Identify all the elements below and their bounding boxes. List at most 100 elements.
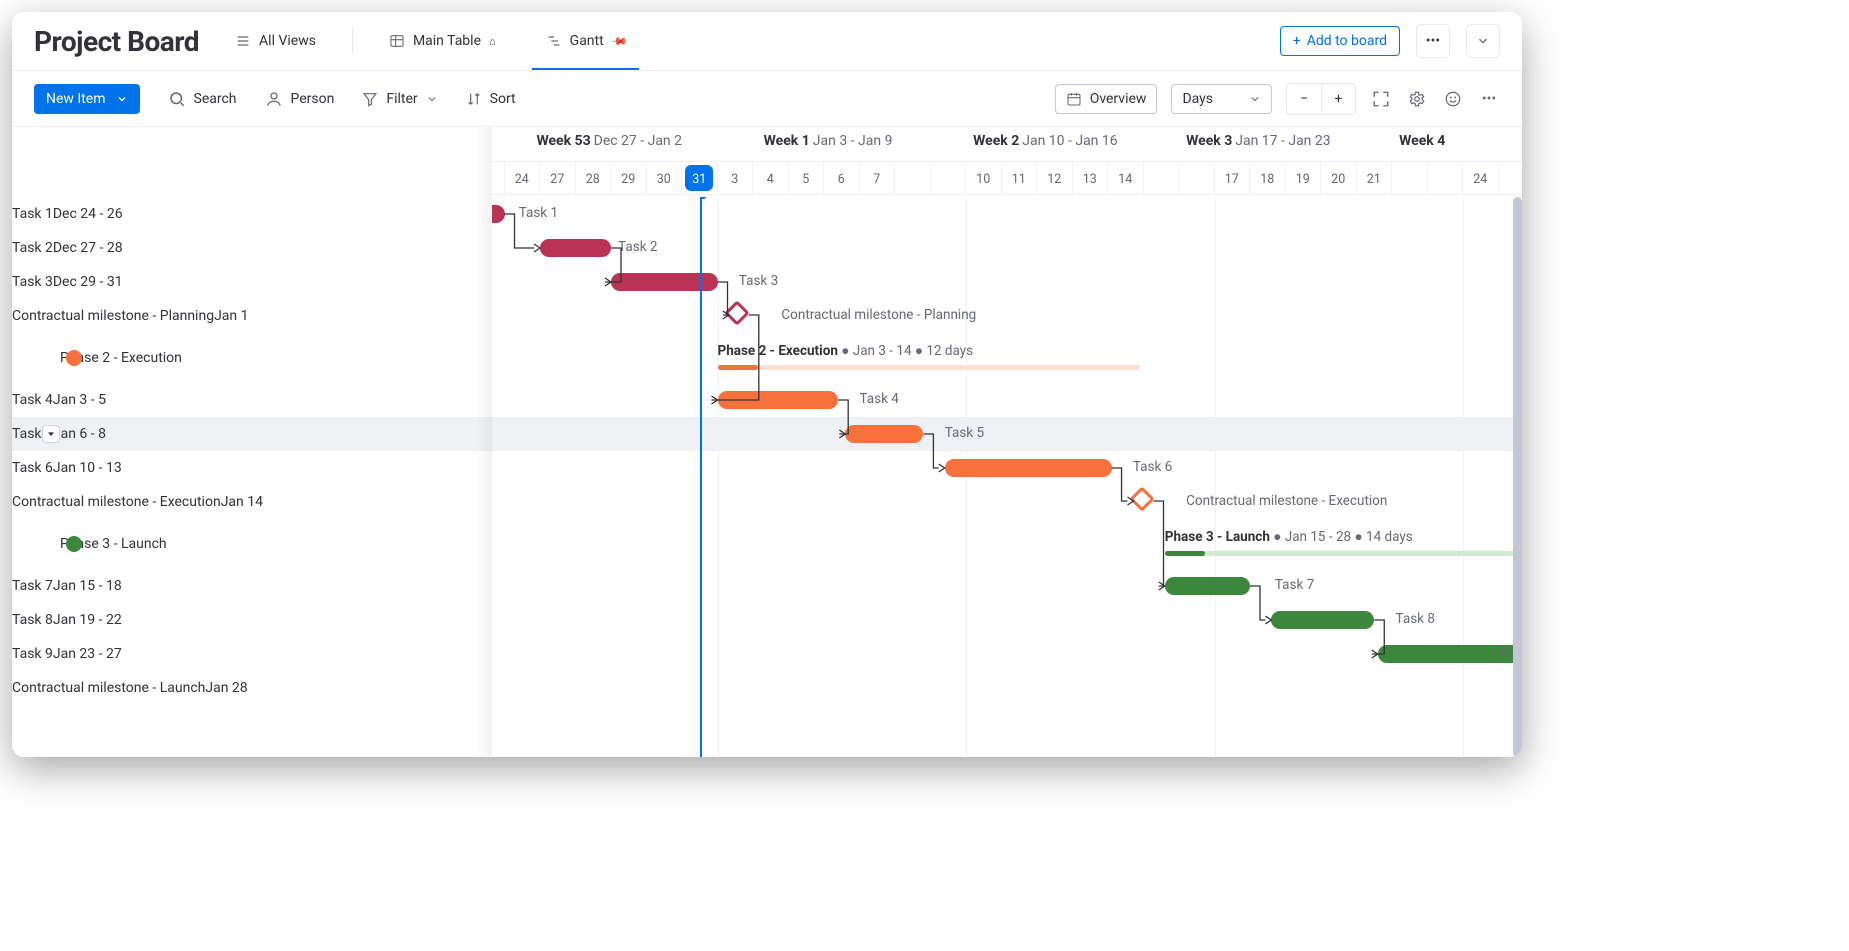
- day-cell[interactable]: 12: [1037, 162, 1073, 196]
- day-cell[interactable]: 30: [647, 162, 683, 196]
- tab-gantt[interactable]: Gantt 📌: [532, 12, 640, 70]
- day-cell[interactable]: [1428, 162, 1464, 196]
- day-cell[interactable]: 19: [1286, 162, 1322, 196]
- day-cell[interactable]: 29: [611, 162, 647, 196]
- task-name: Task 9: [12, 646, 53, 662]
- fullscreen-button[interactable]: [1370, 88, 1392, 110]
- task-list-row[interactable]: Contractual milestone - LaunchJan 28: [12, 671, 492, 705]
- day-cell[interactable]: [1392, 162, 1428, 196]
- divider: [352, 28, 353, 54]
- more-menu-button[interactable]: •••: [1416, 24, 1450, 58]
- gantt-bar[interactable]: [1271, 611, 1374, 629]
- task-dates: Dec 27 - 28: [53, 240, 123, 256]
- day-cell[interactable]: 24: [505, 162, 541, 196]
- task-list-row[interactable]: Task 8Jan 19 - 22: [12, 603, 492, 637]
- day-cell[interactable]: 7: [860, 162, 896, 196]
- calendar-icon: [1066, 91, 1082, 107]
- task-dates: Jan 19 - 22: [53, 612, 122, 628]
- day-cell[interactable]: [1144, 162, 1180, 196]
- day-cell[interactable]: 28: [576, 162, 612, 196]
- person-icon: [265, 90, 283, 108]
- task-list-row[interactable]: Phase 2 - Execution: [12, 337, 492, 379]
- task-name: Contractual milestone - Planning: [12, 308, 214, 324]
- overview-select[interactable]: Overview: [1055, 84, 1158, 114]
- group-color-dot: [66, 536, 82, 552]
- task-list-row[interactable]: Task 6Jan 10 - 13: [12, 451, 492, 485]
- task-dates: Jan 6 - 8: [53, 426, 106, 442]
- gantt-area: ec 26Week 53Dec 27 - Jan 2Week 1Jan 3 - …: [12, 126, 1522, 757]
- tab-main-table[interactable]: Main Table ⌂: [375, 12, 510, 70]
- milestone-marker[interactable]: [1133, 490, 1155, 512]
- add-to-board-button[interactable]: + Add to board: [1280, 26, 1400, 56]
- filter-tool[interactable]: Filter: [362, 91, 437, 107]
- new-item-button[interactable]: New Item: [34, 84, 140, 114]
- settings-button[interactable]: [1406, 88, 1428, 110]
- gantt-bar[interactable]: [540, 239, 611, 257]
- day-cell[interactable]: 11: [1002, 162, 1038, 196]
- collapse-button[interactable]: [1466, 24, 1500, 58]
- day-cell[interactable]: [1499, 162, 1523, 196]
- gear-icon: [1408, 90, 1426, 108]
- vertical-scrollbar[interactable]: [1513, 197, 1522, 757]
- expand-toggle[interactable]: [42, 425, 60, 443]
- zoom-controls: − +: [1286, 83, 1356, 115]
- day-cell[interactable]: 14: [1108, 162, 1144, 196]
- gantt-bar[interactable]: [1165, 577, 1250, 595]
- day-cell[interactable]: 17: [1215, 162, 1251, 196]
- gantt-bar-label: Task 6: [1133, 459, 1172, 475]
- day-cell[interactable]: 27: [540, 162, 576, 196]
- feedback-button[interactable]: [1442, 88, 1464, 110]
- task-list-row[interactable]: Contractual milestone - ExecutionJan 14: [12, 485, 492, 519]
- select-label: Overview: [1090, 91, 1147, 107]
- day-cell[interactable]: 21: [1357, 162, 1393, 196]
- day-cell[interactable]: 31: [682, 162, 718, 196]
- gantt-bar-label: Task 2: [618, 239, 657, 255]
- sort-tool[interactable]: Sort: [466, 91, 516, 107]
- day-cell[interactable]: [931, 162, 967, 196]
- gantt-bar[interactable]: [718, 391, 839, 409]
- zoom-in-button[interactable]: +: [1321, 84, 1355, 114]
- day-cell[interactable]: 13: [1073, 162, 1109, 196]
- day-cell[interactable]: 3: [718, 162, 754, 196]
- task-list-row[interactable]: Task 9Jan 23 - 27: [12, 637, 492, 671]
- board-title: Project Board: [34, 25, 199, 58]
- task-dates: Jan 10 - 13: [53, 460, 122, 476]
- more-button[interactable]: •••: [1478, 88, 1500, 110]
- day-cell[interactable]: 24: [1463, 162, 1499, 196]
- time-unit-select[interactable]: Days: [1171, 84, 1272, 114]
- task-list-row[interactable]: Task 4Jan 3 - 5: [12, 383, 492, 417]
- day-cell[interactable]: 5: [789, 162, 825, 196]
- gantt-bar-label: Task 7: [1275, 577, 1314, 593]
- day-cell[interactable]: [895, 162, 931, 196]
- gantt-bar-label: Task 3: [739, 273, 778, 289]
- gantt-bar-label: Task 5: [945, 425, 984, 441]
- phase-summary-bar[interactable]: [1165, 551, 1522, 556]
- gantt-bar[interactable]: [945, 459, 1112, 477]
- tab-all-views[interactable]: All Views: [221, 12, 330, 70]
- tab-label: Gantt: [570, 33, 604, 49]
- task-name: Task 8: [12, 612, 53, 628]
- day-cell[interactable]: 4: [753, 162, 789, 196]
- day-cell[interactable]: 10: [966, 162, 1002, 196]
- phase-summary-bar[interactable]: [718, 365, 1140, 370]
- search-icon: [168, 90, 186, 108]
- task-list-row[interactable]: Task 1Dec 24 - 26: [12, 197, 492, 231]
- chevron-down-icon: [1476, 34, 1490, 48]
- task-list-row[interactable]: Task 5Jan 6 - 8: [12, 417, 492, 451]
- milestone-marker[interactable]: [728, 304, 750, 326]
- task-list-row[interactable]: Task 3Dec 29 - 31: [12, 265, 492, 299]
- day-cell[interactable]: 6: [824, 162, 860, 196]
- zoom-out-button[interactable]: −: [1287, 84, 1321, 114]
- task-list-row[interactable]: Contractual milestone - PlanningJan 1: [12, 299, 492, 333]
- day-cell[interactable]: 18: [1250, 162, 1286, 196]
- task-list-row[interactable]: Phase 3 - Launch: [12, 523, 492, 565]
- person-tool[interactable]: Person: [265, 90, 335, 108]
- day-cell[interactable]: [1179, 162, 1215, 196]
- task-dates: Dec 24 - 26: [53, 206, 123, 222]
- today-marker: [700, 195, 702, 757]
- day-cell[interactable]: 20: [1321, 162, 1357, 196]
- gantt-bar[interactable]: [845, 425, 923, 443]
- task-list-row[interactable]: Task 2Dec 27 - 28: [12, 231, 492, 265]
- task-list-row[interactable]: Task 7Jan 15 - 18: [12, 569, 492, 603]
- search-tool[interactable]: Search: [168, 90, 237, 108]
